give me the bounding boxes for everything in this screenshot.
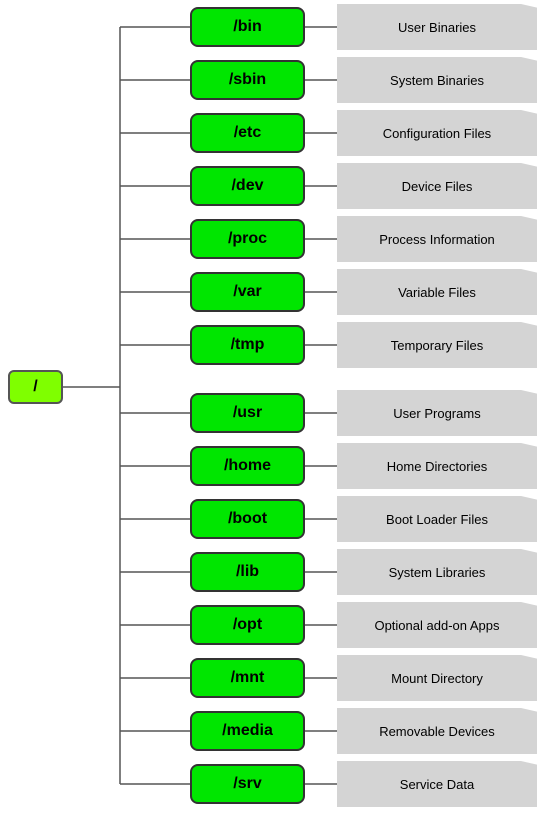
desc-node-home: Home Directories xyxy=(337,443,537,489)
dir-node-sbin: /sbin xyxy=(190,60,305,100)
desc-node-mnt: Mount Directory xyxy=(337,655,537,701)
desc-node-opt: Optional add-on Apps xyxy=(337,602,537,648)
desc-node-bin: User Binaries xyxy=(337,4,537,50)
desc-node-tmp: Temporary Files xyxy=(337,322,537,368)
desc-node-usr: User Programs xyxy=(337,390,537,436)
desc-node-etc: Configuration Files xyxy=(337,110,537,156)
dir-node-bin: /bin xyxy=(190,7,305,47)
dir-node-boot: /boot xyxy=(190,499,305,539)
desc-node-boot: Boot Loader Files xyxy=(337,496,537,542)
desc-node-proc: Process Information xyxy=(337,216,537,262)
dir-node-etc: /etc xyxy=(190,113,305,153)
desc-node-sbin: System Binaries xyxy=(337,57,537,103)
root-node: / xyxy=(8,370,63,404)
dir-node-usr: /usr xyxy=(190,393,305,433)
desc-node-lib: System Libraries xyxy=(337,549,537,595)
desc-node-srv: Service Data xyxy=(337,761,537,807)
desc-node-var: Variable Files xyxy=(337,269,537,315)
dir-node-opt: /opt xyxy=(190,605,305,645)
dir-node-lib: /lib xyxy=(190,552,305,592)
dir-node-proc: /proc xyxy=(190,219,305,259)
diagram: / /bin User Binaries/sbin System Binaries /… xyxy=(0,0,558,813)
dir-node-dev: /dev xyxy=(190,166,305,206)
dir-node-mnt: /mnt xyxy=(190,658,305,698)
dir-node-tmp: /tmp xyxy=(190,325,305,365)
dir-node-var: /var xyxy=(190,272,305,312)
dir-node-home: /home xyxy=(190,446,305,486)
desc-node-media: Removable Devices xyxy=(337,708,537,754)
dir-node-srv: /srv xyxy=(190,764,305,804)
desc-node-dev: Device Files xyxy=(337,163,537,209)
dir-node-media: /media xyxy=(190,711,305,751)
